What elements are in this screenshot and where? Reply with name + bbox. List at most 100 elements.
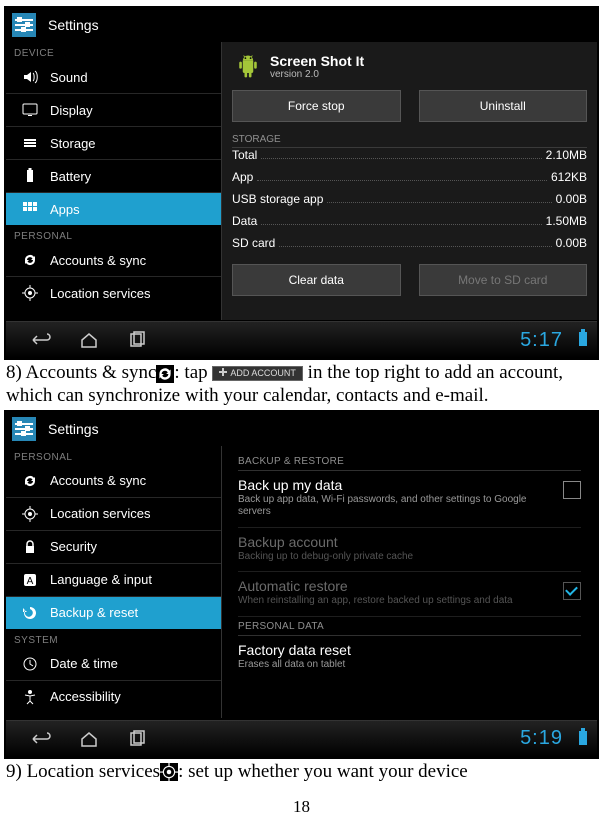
sidebar-item-apps[interactable]: Apps	[6, 193, 221, 225]
sidebar-item-storage[interactable]: Storage	[6, 127, 221, 160]
language-icon: A	[22, 572, 38, 588]
app-name: Screen Shot It	[270, 53, 364, 69]
sidebar-item-location[interactable]: Location services	[6, 277, 221, 309]
sidebar-item-accessibility[interactable]: Accessibility	[6, 681, 221, 713]
storage-row: USB storage app0.00B	[232, 192, 587, 214]
backup-reset-icon	[22, 605, 38, 621]
storage-heading: STORAGE	[232, 134, 587, 148]
settings-header: Settings	[6, 412, 597, 446]
sidebar-heading-personal: PERSONAL	[6, 446, 221, 465]
settings-title: Settings	[48, 17, 99, 33]
sync-icon	[22, 252, 38, 268]
location-icon	[160, 763, 178, 781]
battery-status-icon	[579, 731, 587, 745]
sidebar-item-datetime[interactable]: Date & time	[6, 648, 221, 681]
apps-icon	[22, 201, 38, 217]
storage-icon	[22, 135, 38, 151]
nav-back-icon[interactable]	[30, 331, 52, 349]
backup-reset-panel: BACKUP & RESTORE Back up my data Back up…	[221, 446, 597, 718]
nav-home-icon[interactable]	[78, 331, 100, 349]
plus-icon	[219, 368, 227, 376]
sidebar-item-accounts[interactable]: Accounts & sync	[6, 465, 221, 498]
system-navbar: 5:19	[6, 720, 597, 757]
settings-sidebar: DEVICE Sound Display Storage Battery	[6, 42, 221, 320]
sidebar-item-security[interactable]: Security	[6, 531, 221, 564]
sidebar-item-language[interactable]: A Language & input	[6, 564, 221, 597]
storage-row: App612KB	[232, 170, 587, 192]
sync-icon	[22, 473, 38, 489]
sidebar-item-label: Language & input	[50, 572, 152, 587]
display-icon	[22, 102, 38, 118]
sidebar-item-sound[interactable]: Sound	[6, 61, 221, 94]
nav-home-icon[interactable]	[78, 730, 100, 748]
sidebar-item-backup-reset[interactable]: Backup & reset	[6, 597, 221, 629]
settings-app-icon	[12, 417, 36, 441]
sidebar-item-label: Accessibility	[50, 689, 121, 704]
section-personal-data: PERSONAL DATA	[238, 617, 581, 636]
sidebar-heading-personal: PERSONAL	[6, 225, 221, 244]
checkbox[interactable]	[563, 481, 581, 499]
sidebar-item-location[interactable]: Location services	[6, 498, 221, 531]
backup-my-data-item[interactable]: Back up my data Back up app data, Wi-Fi …	[238, 471, 581, 528]
sidebar-item-label: Storage	[50, 136, 96, 151]
factory-reset-item[interactable]: Factory data reset Erases all data on ta…	[238, 636, 581, 680]
clock-icon	[22, 656, 38, 672]
item-title: Automatic restore	[238, 578, 551, 594]
sidebar-item-label: Location services	[50, 286, 150, 301]
backup-account-item: Backup account Backing up to debug-only …	[238, 528, 581, 573]
section-backup-restore: BACKUP & RESTORE	[238, 452, 581, 471]
sidebar-item-label: Security	[50, 539, 97, 554]
uninstall-button[interactable]: Uninstall	[419, 90, 588, 122]
sidebar-item-label: Location services	[50, 506, 150, 521]
system-navbar: 5:17	[6, 321, 597, 358]
move-to-sd-button: Move to SD card	[419, 264, 588, 296]
sidebar-item-label: Battery	[50, 169, 91, 184]
sidebar-heading-device: DEVICE	[6, 42, 221, 61]
sidebar-heading-system: SYSTEM	[6, 629, 221, 648]
sidebar-item-battery[interactable]: Battery	[6, 160, 221, 193]
accessibility-icon	[22, 689, 38, 705]
page-number: 18	[4, 797, 599, 817]
battery-icon	[22, 168, 38, 184]
nav-back-icon[interactable]	[30, 730, 52, 748]
lock-icon	[22, 539, 38, 555]
item-title: Backup account	[238, 534, 581, 550]
storage-row: SD card0.00B	[232, 236, 587, 258]
item-title: Back up my data	[238, 477, 551, 493]
svg-text:A: A	[27, 576, 34, 587]
location-icon	[22, 285, 38, 301]
battery-status-icon	[579, 332, 587, 346]
nav-recents-icon[interactable]	[126, 331, 148, 349]
sidebar-item-accounts[interactable]: Accounts & sync	[6, 244, 221, 277]
sidebar-item-label: Sound	[50, 70, 88, 85]
instruction-step-9: 9) Location services: set up whether you…	[6, 761, 597, 784]
instruction-step-8: 8) Accounts & sync: tap ADD ACCOUNT in t…	[6, 362, 597, 408]
add-account-button[interactable]: ADD ACCOUNT	[212, 366, 303, 381]
checkbox	[563, 582, 581, 600]
item-subtitle: Erases all data on tablet	[238, 659, 581, 672]
sidebar-item-label: Accounts & sync	[50, 253, 146, 268]
force-stop-button[interactable]: Force stop	[232, 90, 401, 122]
item-subtitle: When reinstalling an app, restore backed…	[238, 595, 551, 608]
clear-data-button[interactable]: Clear data	[232, 264, 401, 296]
item-subtitle: Back up app data, Wi-Fi passwords, and o…	[238, 494, 551, 519]
sound-icon	[22, 69, 38, 85]
screenshot-settings-apps: Settings DEVICE Sound Display Storage	[4, 6, 599, 360]
location-icon	[22, 506, 38, 522]
sidebar-item-label: Accounts & sync	[50, 473, 146, 488]
settings-title: Settings	[48, 421, 99, 437]
app-version: version 2.0	[270, 69, 364, 80]
status-clock: 5:17	[520, 329, 563, 352]
sidebar-item-label: Display	[50, 103, 93, 118]
storage-row: Data1.50MB	[232, 214, 587, 236]
sidebar-item-display[interactable]: Display	[6, 94, 221, 127]
storage-row: Total2.10MB	[232, 148, 587, 170]
sidebar-item-label: Backup & reset	[50, 605, 138, 620]
sync-icon	[156, 365, 174, 383]
nav-recents-icon[interactable]	[126, 730, 148, 748]
settings-app-icon	[12, 13, 36, 37]
screenshot-settings-backup: Settings PERSONAL Accounts & sync Locati…	[4, 410, 599, 759]
settings-sidebar: PERSONAL Accounts & sync Location servic…	[6, 446, 221, 718]
app-info-panel: Screen Shot It version 2.0 Force stop Un…	[221, 42, 597, 320]
settings-header: Settings	[6, 8, 597, 42]
